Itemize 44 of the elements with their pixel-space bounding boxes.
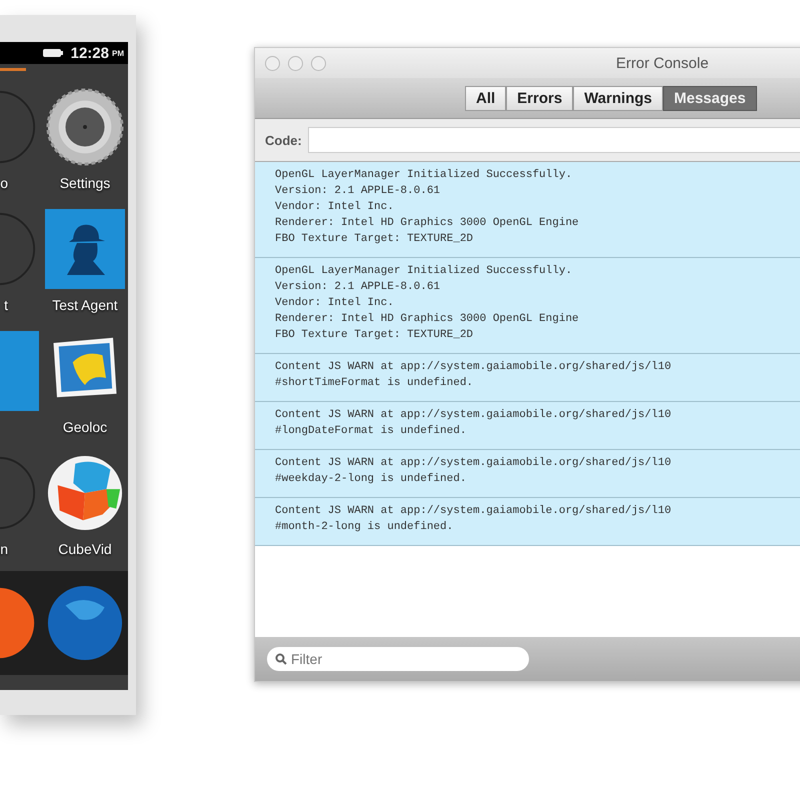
message-line: Vendor: Intel Inc. bbox=[275, 200, 395, 215]
message-line: Vendor: Intel Inc. bbox=[275, 296, 395, 311]
filter-tab[interactable]: Messages bbox=[662, 86, 757, 110]
window-control[interactable] bbox=[265, 56, 280, 70]
filter-tab[interactable]: Errors bbox=[506, 86, 574, 110]
message-line: #longDateFormat is undefined. bbox=[275, 424, 468, 439]
message-line: Version: 2.1 APPLE-8.0.61 bbox=[275, 184, 442, 199]
code-field[interactable] bbox=[308, 127, 800, 153]
message-line: Content JS WARN at app://system.gaiamobile.org/shared/js/l10 bbox=[275, 408, 672, 423]
app-label: CubeVid bbox=[58, 541, 112, 557]
gear-icon[interactable] bbox=[46, 88, 124, 166]
window-title: Error Console bbox=[616, 54, 709, 72]
filter-field[interactable]: Filter bbox=[267, 647, 529, 671]
message-line: FBO Texture Target: TEXTURE_2D bbox=[275, 232, 474, 247]
battery-icon bbox=[42, 48, 64, 58]
filter-tab[interactable]: All bbox=[465, 86, 506, 110]
message-line: FBO Texture Target: TEXTURE_2D bbox=[275, 328, 474, 343]
message-line: Renderer: Intel HD Graphics 3000 OpenGL Engine bbox=[275, 312, 580, 327]
message-line: OpenGL LayerManager Initialized Successfully. bbox=[275, 264, 574, 279]
message-line: OpenGL LayerManager Initialized Successfully. bbox=[275, 168, 574, 183]
filter-tab[interactable]: Warnings bbox=[573, 86, 663, 110]
app-label: in bbox=[0, 541, 8, 557]
window-control[interactable] bbox=[311, 56, 326, 70]
window-control[interactable] bbox=[288, 56, 303, 70]
app-label: Test Agent bbox=[52, 297, 118, 313]
message-line: #month-2-long is undefined. bbox=[275, 520, 454, 535]
message-line: Renderer: Intel HD Graphics 3000 OpenGL Engine bbox=[275, 216, 580, 231]
message-line: Content JS WARN at app://system.gaiamobile.org/shared/js/l10 bbox=[275, 504, 672, 519]
app-label: Settings bbox=[60, 175, 110, 191]
silhouette-icon[interactable] bbox=[45, 209, 125, 289]
status-suffix: PM bbox=[112, 48, 124, 58]
app-label: Geoloc bbox=[62, 419, 108, 435]
progress-indicator bbox=[0, 68, 26, 71]
app-label: t bbox=[4, 297, 8, 313]
status-time: 12:28 bbox=[70, 44, 109, 62]
message-line: Version: 2.1 APPLE-8.0.61 bbox=[275, 280, 442, 295]
message-line: Content JS WARN at app://system.gaiamobile.org/shared/js/l10 bbox=[275, 360, 672, 375]
message-line: #shortTimeFormat is undefined. bbox=[275, 376, 474, 391]
app-label: o bbox=[0, 175, 8, 191]
cube-icon[interactable] bbox=[46, 454, 124, 532]
message-line: Content JS WARN at app://system.gaiamobile.org/shared/js/l10 bbox=[275, 456, 672, 471]
globe-icon[interactable] bbox=[46, 584, 124, 662]
code-label: Code: bbox=[265, 132, 302, 148]
message-line: #weekday-2-long is undefined. bbox=[275, 472, 468, 487]
